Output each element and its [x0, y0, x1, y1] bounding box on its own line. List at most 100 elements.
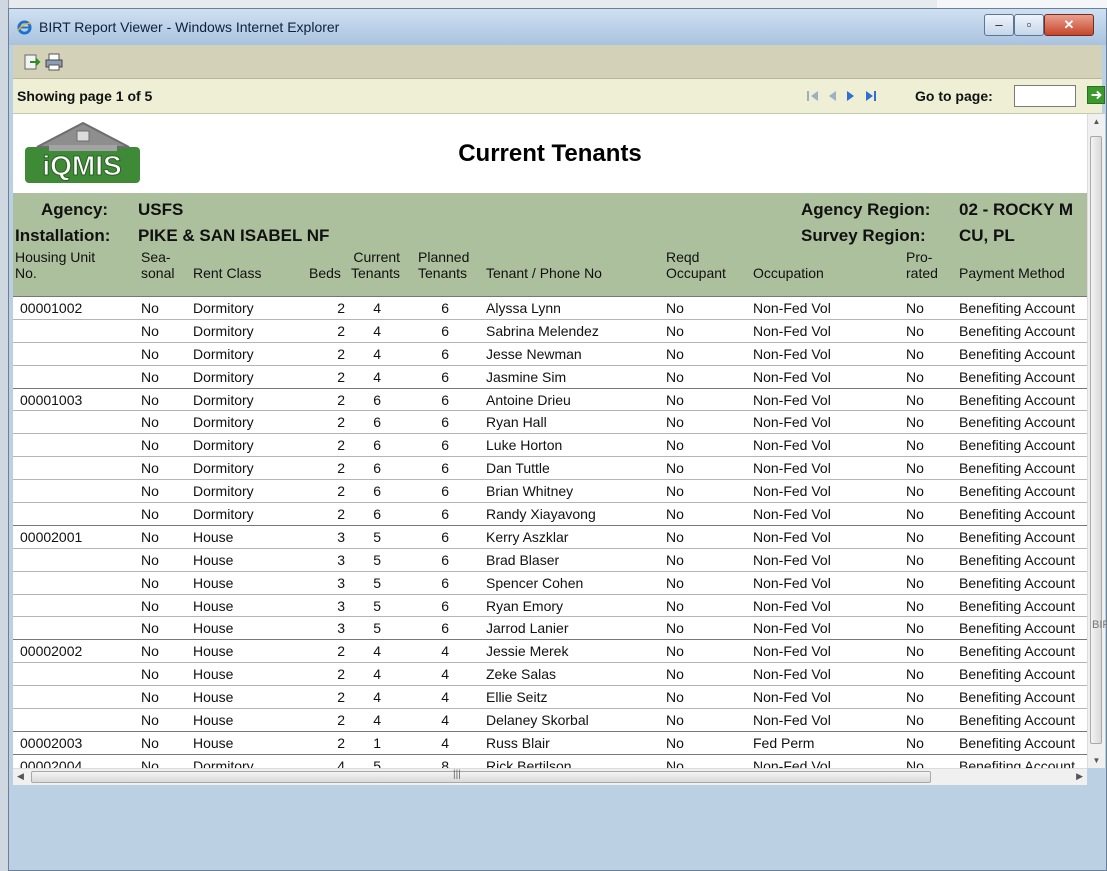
cell-payment-method: Benefiting Account	[959, 322, 1075, 339]
export-icon[interactable]	[23, 53, 41, 71]
vertical-scrollbar[interactable]: ▲ ▼	[1087, 114, 1105, 768]
cell-seasonal: No	[141, 483, 159, 500]
cell-payment-method: Benefiting Account	[959, 483, 1075, 500]
cell-seasonal: No	[141, 551, 159, 568]
cell-payment-method: Benefiting Account	[959, 460, 1075, 477]
report-header-band: Agency: USFS Installation: PIKE & SAN IS…	[13, 193, 1087, 296]
cell-rent-class: House	[193, 574, 234, 591]
horizontal-scroll-thumb[interactable]	[31, 771, 931, 783]
cell-reqd-occupant: No	[666, 689, 684, 706]
cell-planned-tenants: 6	[441, 322, 449, 339]
page-status: Showing page 1 of 5	[17, 88, 153, 104]
print-icon[interactable]	[45, 53, 63, 71]
table-row: 00002004 No Dormitory 4 5 8 Rick Bertilson No No…	[13, 753, 1087, 768]
cell-payment-method: Benefiting Account	[959, 757, 1075, 768]
cell-rent-class: House	[193, 643, 234, 660]
go-to-page-input[interactable]	[1014, 85, 1076, 107]
cell-occupation: Non-Fed Vol	[753, 666, 831, 683]
cell-rent-class: House	[193, 689, 234, 706]
horizontal-scrollbar[interactable]: ◀ ||| ▶	[13, 768, 1087, 786]
scroll-right-icon[interactable]: ▶	[1076, 771, 1083, 782]
cell-current-tenants: 4	[373, 643, 381, 660]
cell-tenant: Brad Blaser	[486, 551, 560, 568]
cell-planned-tenants: 6	[441, 483, 449, 500]
maximize-button[interactable]: ▫	[1014, 14, 1044, 36]
cell-prorated: No	[906, 483, 924, 500]
cell-payment-method: Benefiting Account	[959, 368, 1075, 385]
cell-payment-method: Benefiting Account	[959, 528, 1075, 545]
cell-current-tenants: 4	[373, 322, 381, 339]
next-page-icon[interactable]	[844, 89, 858, 103]
cell-current-tenants: 6	[373, 414, 381, 431]
cell-current-tenants: 4	[373, 345, 381, 362]
cell-beds: 3	[337, 528, 345, 545]
cell-beds: 2	[337, 414, 345, 431]
cell-occupation: Fed Perm	[753, 734, 815, 751]
cell-tenant: Brian Whitney	[486, 483, 574, 500]
go-to-page-label: Go to page:	[915, 88, 993, 104]
cell-planned-tenants: 6	[441, 414, 449, 431]
cell-tenant: Jarrod Lanier	[486, 620, 569, 637]
cell-tenant: Zeke Salas	[486, 666, 557, 683]
cell-current-tenants: 5	[373, 574, 381, 591]
cell-beds: 2	[337, 643, 345, 660]
cell-reqd-occupant: No	[666, 597, 684, 614]
cell-rent-class: Dormitory	[193, 368, 254, 385]
cell-seasonal: No	[141, 345, 159, 362]
cell-beds: 2	[337, 322, 345, 339]
col-reqd-occupant: Reqd Occupant	[666, 249, 726, 281]
cell-tenant: Ryan Emory	[486, 597, 564, 614]
col-tenant-phone: Tenant / Phone No	[486, 265, 602, 281]
table-row: 00002003 No House 2 1 4 Russ Blair No Fed Perm No…	[13, 730, 1087, 754]
cell-tenant: Alyssa Lynn	[486, 300, 561, 316]
scroll-up-icon[interactable]: ▲	[1088, 117, 1105, 126]
cell-tenant: Randy Xiayavong	[486, 506, 596, 523]
cell-tenant: Dan Tuttle	[486, 460, 550, 477]
cell-reqd-occupant: No	[666, 643, 684, 660]
table-row: No Dormitory 2 6 6 Randy Xiayavong No Non-Fed V…	[13, 502, 1087, 525]
previous-page-icon[interactable]	[825, 89, 839, 103]
col-beds: Beds	[309, 265, 341, 281]
cell-beds: 2	[337, 300, 345, 316]
cell-occupation: Non-Fed Vol	[753, 712, 831, 729]
cell-beds: 2	[337, 666, 345, 683]
survey-region-value: CU, PL	[959, 226, 1015, 245]
cell-housing-unit: 00002003	[20, 734, 83, 751]
cell-beds: 2	[337, 506, 345, 523]
cell-tenant: Jesse Newman	[486, 345, 582, 362]
cell-current-tenants: 6	[373, 460, 381, 477]
cell-prorated: No	[906, 620, 924, 637]
cell-tenant: Kerry Aszklar	[486, 528, 569, 545]
cell-prorated: No	[906, 322, 924, 339]
minimize-icon: –	[995, 17, 1003, 32]
cell-reqd-occupant: No	[666, 300, 684, 316]
table-row: 00002001 No House 3 5 6 Kerry Aszklar No Non-Fed…	[13, 524, 1087, 548]
cell-occupation: Non-Fed Vol	[753, 460, 831, 477]
close-button[interactable]: ✕	[1044, 14, 1094, 36]
close-icon: ✕	[1063, 17, 1075, 32]
report-title: Current Tenants	[458, 140, 642, 167]
cell-beds: 3	[337, 551, 345, 568]
cell-current-tenants: 5	[373, 597, 381, 614]
cell-tenant: Jessie Merek	[486, 643, 569, 660]
cell-rent-class: Dormitory	[193, 345, 254, 362]
cell-planned-tenants: 4	[441, 643, 449, 660]
vertical-scroll-thumb[interactable]	[1090, 136, 1102, 744]
title-bar[interactable]: BIRT Report Viewer - Windows Internet Ex…	[9, 9, 1106, 45]
last-page-icon[interactable]	[864, 89, 878, 103]
cell-seasonal: No	[141, 757, 159, 768]
first-page-icon[interactable]	[806, 89, 820, 103]
cell-reqd-occupant: No	[666, 666, 684, 683]
cell-seasonal: No	[141, 322, 159, 339]
cell-reqd-occupant: No	[666, 620, 684, 637]
table-row: No House 3 5 6 Spencer Cohen No Non-Fed Vol No Be…	[13, 570, 1087, 594]
cell-rent-class: Dormitory	[193, 437, 254, 454]
go-arrow-icon[interactable]	[1087, 86, 1105, 104]
agency-value: USFS	[138, 200, 184, 219]
scroll-left-icon[interactable]: ◀	[17, 771, 24, 782]
minimize-button[interactable]: –	[984, 14, 1014, 36]
cell-current-tenants: 6	[373, 391, 381, 408]
cell-payment-method: Benefiting Account	[959, 734, 1075, 751]
cell-prorated: No	[906, 574, 924, 591]
scroll-down-icon[interactable]: ▼	[1088, 756, 1105, 765]
